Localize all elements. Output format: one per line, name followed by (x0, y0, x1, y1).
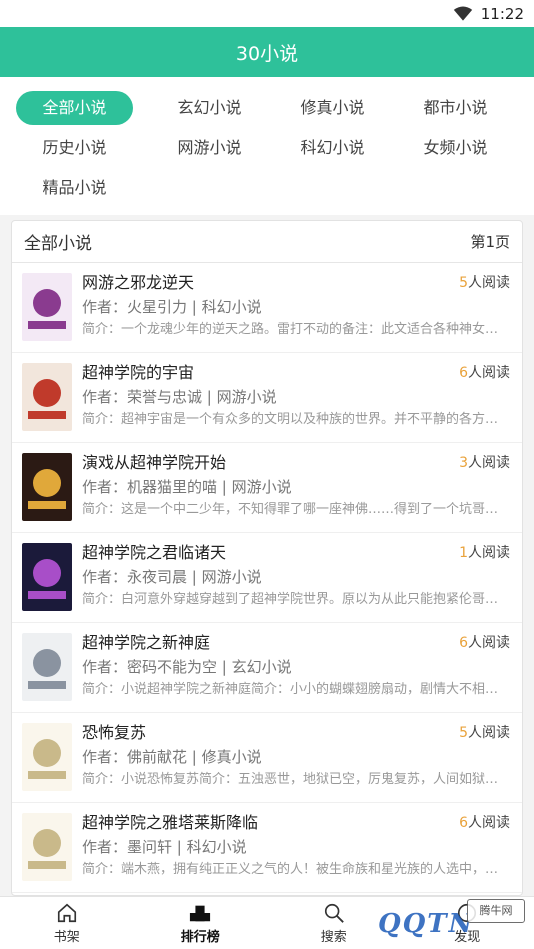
category-tabs: 全部小说 玄幻小说 修真小说 都市小说 历史小说 网游小说 科幻小说 女频小说 … (0, 77, 534, 215)
watermark-badge: 腾牛网 (467, 899, 525, 923)
category-jingpin[interactable]: 精品小说 (16, 171, 133, 205)
book-meta: 作者：佛前献花 | 修真小说 (82, 748, 262, 766)
read-count-number: 6 (459, 815, 468, 831)
book-cover[interactable] (22, 813, 72, 881)
tab-ranking-label: 排行榜 (180, 929, 220, 945)
page-indicator: 第1页 (470, 233, 510, 251)
book-meta: 作者：墨问轩 | 科幻小说 (82, 838, 247, 856)
status-time: 11:22 (480, 4, 524, 23)
read-count-suffix: 人阅读 (468, 725, 510, 741)
panel-title: 全部小说 (24, 234, 92, 254)
book-intro: 简介：白河意外穿越穿越到了超神学院世界。原以为从此只能抱紧伦哥… (82, 592, 499, 607)
read-count: 3人阅读 (459, 452, 510, 472)
read-count: 6人阅读 (459, 362, 510, 382)
book-title[interactable]: 超神学院之雅塔莱斯降临 (82, 811, 510, 835)
book-cover[interactable] (22, 543, 72, 611)
book-intro: 简介：小说恐怖复苏简介：五浊恶世，地狱已空，厉鬼复苏，人间如狱… (82, 772, 499, 787)
book-row[interactable]: 演戏从超神学院开始作者：机器猫里的喵 | 网游小说简介：这是一个中二少年，不知得… (12, 443, 522, 533)
category-lishi[interactable]: 历史小说 (16, 131, 133, 165)
read-count-suffix: 人阅读 (468, 455, 510, 471)
read-count: 5人阅读 (459, 272, 510, 292)
read-count-suffix: 人阅读 (468, 365, 510, 381)
category-xuanhuan[interactable]: 玄幻小说 (151, 91, 268, 125)
book-title[interactable]: 超神学院的宇宙 (82, 361, 510, 385)
book-intro: 简介：一个龙魂少年的逆天之路。雷打不动的备注：此文适合各种神女… (82, 322, 499, 337)
read-count-suffix: 人阅读 (468, 545, 510, 561)
read-count-number: 5 (459, 725, 468, 741)
book-title[interactable]: 演戏从超神学院开始 (82, 451, 510, 475)
book-meta: 作者：永夜司晨 | 网游小说 (82, 568, 262, 586)
qqtn-watermark: QQTN 腾牛网 (330, 897, 530, 947)
read-count-number: 3 (459, 455, 468, 471)
home-icon (57, 903, 76, 922)
book-row[interactable]: 网游之邪龙逆天作者：火星引力 | 科幻小说简介：一个龙魂少年的逆天之路。雷打不动… (12, 263, 522, 353)
book-intro: 简介：小说超神学院之新神庭简介：小小的蝴蝶翅膀扇动，剧情大不相… (82, 682, 499, 697)
book-cover[interactable] (22, 633, 72, 701)
panel-header: 全部小说 第1页 (12, 221, 522, 263)
app-title: 30小说 (235, 42, 299, 65)
read-count: 5人阅读 (459, 722, 510, 742)
book-cover[interactable] (22, 453, 72, 521)
book-row[interactable]: 超神学院的宇宙作者：荣誉与忠诚 | 网游小说简介：超神宇宙是一个有众多的文明以及… (12, 353, 522, 443)
app-header: 30小说 (0, 27, 534, 77)
category-nvpin[interactable]: 女频小说 (397, 131, 514, 165)
tab-bookshelf-label: 书架 (53, 929, 80, 945)
read-count: 6人阅读 (459, 812, 510, 832)
tab-ranking[interactable]: 排行榜 (134, 897, 268, 949)
read-count: 1人阅读 (459, 542, 510, 562)
category-all[interactable]: 全部小说 (16, 91, 133, 125)
category-dushi[interactable]: 都市小说 (397, 91, 514, 125)
category-wangyou[interactable]: 网游小说 (151, 131, 268, 165)
book-intro: 简介：这是一个中二少年，不知得罪了哪一座神佛……得到了一个坑哥的… (82, 502, 510, 517)
category-xiuzhen[interactable]: 修真小说 (274, 91, 391, 125)
category-kehuan[interactable]: 科幻小说 (274, 131, 391, 165)
watermark-text: QQTN (378, 909, 475, 939)
book-intro: 简介：端木燕，拥有纯正正义之气的人！被生命族和星光族的人选中，… (82, 862, 499, 877)
read-count-number: 6 (459, 635, 468, 651)
book-row[interactable]: 超神学院之君临诸天作者：永夜司晨 | 网游小说简介：白河意外穿越穿越到了超神学院… (12, 533, 522, 623)
book-cover[interactable] (22, 273, 72, 341)
book-row[interactable]: 恐怖复苏作者：佛前献花 | 修真小说简介：小说恐怖复苏简介：五浊恶世，地狱已空，… (12, 713, 522, 803)
book-meta: 作者：火星引力 | 科幻小说 (82, 298, 262, 316)
book-row[interactable]: 超神学院之新神庭作者：密码不能为空 | 玄幻小说简介：小说超神学院之新神庭简介：… (12, 623, 522, 713)
book-meta: 作者：密码不能为空 | 玄幻小说 (82, 658, 292, 676)
read-count-number: 6 (459, 365, 468, 381)
read-count: 6人阅读 (459, 632, 510, 652)
wifi-icon (453, 6, 472, 21)
book-list: 网游之邪龙逆天作者：火星引力 | 科幻小说简介：一个龙魂少年的逆天之路。雷打不动… (12, 263, 522, 893)
book-meta: 作者：荣誉与忠诚 | 网游小说 (82, 388, 277, 406)
read-count-number: 1 (459, 545, 468, 561)
read-count-suffix: 人阅读 (468, 275, 510, 291)
book-title[interactable]: 网游之邪龙逆天 (82, 271, 510, 295)
book-cover[interactable] (22, 363, 72, 431)
book-title[interactable]: 恐怖复苏 (82, 721, 510, 745)
status-bar: 11:22 (0, 0, 534, 27)
book-cover[interactable] (22, 723, 72, 791)
read-count-number: 5 (459, 275, 468, 291)
read-count-suffix: 人阅读 (468, 815, 510, 831)
book-row[interactable]: 超神学院之雅塔莱斯降临作者：墨问轩 | 科幻小说简介：端木燕，拥有纯正正义之气的… (12, 803, 522, 893)
tab-bookshelf[interactable]: 书架 (0, 897, 134, 949)
book-title[interactable]: 超神学院之新神庭 (82, 631, 510, 655)
book-list-panel: 全部小说 第1页 网游之邪龙逆天作者：火星引力 | 科幻小说简介：一个龙魂少年的… (11, 220, 523, 896)
book-title[interactable]: 超神学院之君临诸天 (82, 541, 510, 565)
read-count-suffix: 人阅读 (468, 635, 510, 651)
book-meta: 作者：机器猫里的喵 | 网游小说 (82, 478, 292, 496)
ranking-icon (190, 905, 211, 921)
book-intro: 简介：超神宇宙是一个有众多的文明以及种族的世界。并不平静的各方… (82, 412, 499, 427)
